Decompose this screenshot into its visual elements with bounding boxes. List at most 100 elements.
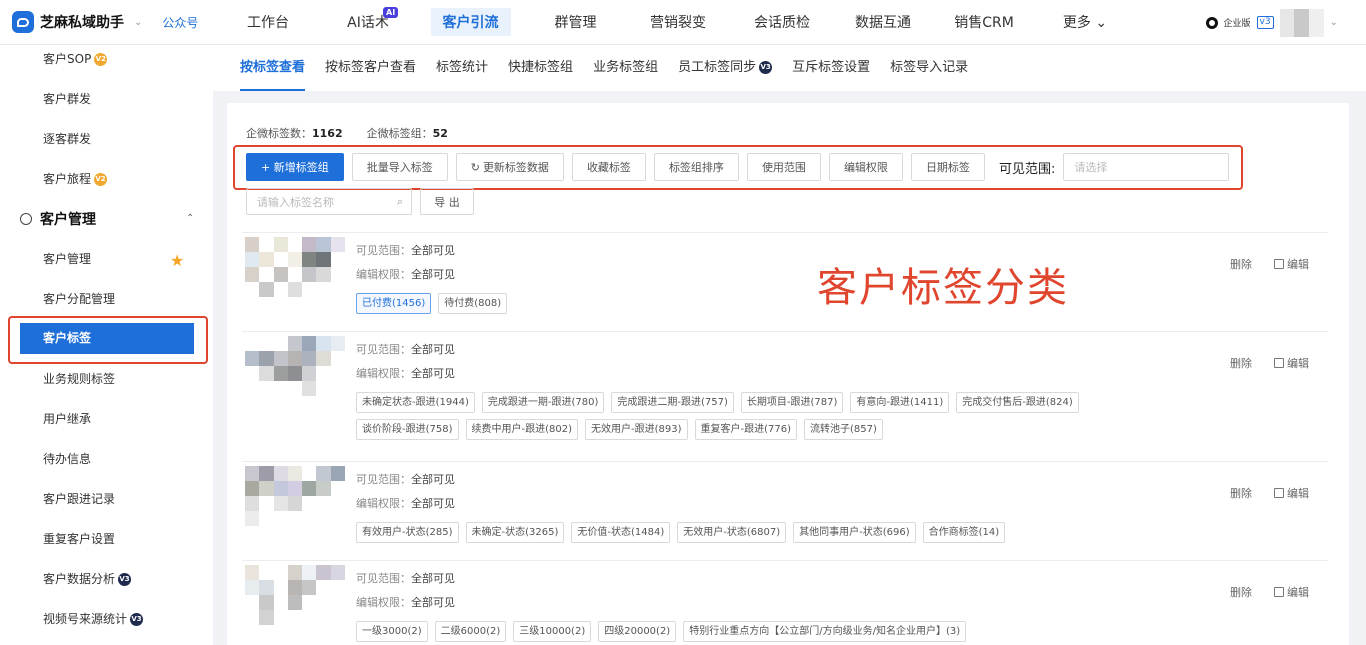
tag-chip[interactable]: 重复客户-跟进(776) [694, 419, 797, 440]
usage-scope-button[interactable]: 使用范围 [746, 153, 821, 181]
nav-item-sales-crm[interactable]: 销售CRM [935, 0, 1033, 45]
sort-groups-button[interactable]: 标签组排序 [653, 153, 739, 181]
tag-chip[interactable]: 未确定-状态(3265) [465, 522, 565, 543]
refresh-tags-button[interactable]: ↻ 更新标签数据 [455, 153, 564, 181]
edition-label: 企业版 [1223, 19, 1251, 29]
sidebar-item-data-analysis[interactable]: 客户数据分析 V3 [43, 569, 132, 589]
nav-item-customer-acquisition[interactable]: 客户引流 [413, 0, 528, 45]
tab-exclusive-tag-settings[interactable]: 互斥标签设置 [792, 45, 870, 91]
tag-chip[interactable]: 一级3000(2) [356, 621, 428, 642]
row-actions: 删除 编辑 [1230, 256, 1309, 272]
sidebar-item-label: 逐客群发 [43, 132, 92, 146]
tab-by-tag-customer[interactable]: 按标签客户查看 [325, 45, 416, 91]
account-area[interactable]: 企业版 v3 ⌄ [1205, 0, 1338, 45]
tab-employee-tag-sync[interactable]: 员工标签同步 V3 [678, 45, 773, 91]
delete-button[interactable]: 删除 [1230, 256, 1252, 272]
nav-item-data-sync[interactable]: 数据互通 [831, 0, 935, 45]
tag-chip[interactable]: 二级6000(2) [434, 621, 507, 642]
add-tag-group-button[interactable]: + 新增标签组 [246, 153, 344, 181]
tag-chip[interactable]: 谈价阶段-跟进(758) [356, 419, 459, 440]
stat-label: 企微标签数： [246, 127, 312, 140]
v2-badge-icon: V2 [94, 53, 108, 66]
sidebar-item-label: 业务规则标签 [43, 372, 116, 386]
tag-chip[interactable]: 完成交付售后-跟进(824) [956, 392, 1079, 413]
brand-sub-link[interactable]: 公众号 [162, 14, 198, 31]
tag-chip[interactable]: 完成跟进一期-跟进(780) [481, 392, 605, 413]
sidebar-item-customer-assignment[interactable]: 客户分配管理 [43, 289, 115, 309]
tag-chip[interactable]: 其他同事用户-状态(696) [793, 522, 916, 543]
favorite-tags-button[interactable]: 收藏标签 [571, 153, 646, 181]
tag-chip[interactable]: 特别行业重点方向【公立部门/方向级业务/知名企业用户】(3) [683, 621, 967, 642]
tag-chip[interactable]: 完成跟进二期-跟进(757) [611, 392, 734, 413]
sidebar-item-label: 重复客户设置 [43, 532, 116, 546]
nav-item-ai-script[interactable]: AI话术 AI [323, 0, 413, 45]
sidebar-item-duplicate-settings[interactable]: 重复客户设置 [43, 529, 115, 549]
tag-chip[interactable]: 流转池子(857) [804, 419, 883, 440]
meta-value: 全部可见 [411, 497, 455, 510]
nav-item-more[interactable]: 更多 ⌄ [1033, 0, 1137, 45]
tag-chip[interactable]: 待付费(808) [438, 293, 508, 314]
avatar[interactable] [1279, 8, 1324, 37]
sidebar-item-one-by-one-broadcast[interactable]: 逐客群发 [43, 129, 91, 149]
sidebar-item-customer-sop[interactable]: 客户SOP V2 [43, 49, 108, 69]
edit-button[interactable]: 编辑 [1274, 256, 1309, 272]
tag-chip[interactable]: 合作商标签(14) [922, 522, 1006, 543]
batch-import-button[interactable]: 批量导入标签 [351, 153, 448, 181]
sidebar-item-customer-journey[interactable]: 客户旅程 V2 [43, 169, 108, 189]
meta-value: 全部可见 [411, 244, 455, 257]
sidebar-item-video-source-stats[interactable]: 视频号来源统计 V3 [43, 609, 144, 629]
chevron-up-icon[interactable]: ⌃ [186, 213, 194, 224]
nav-item-session-qc[interactable]: 会话质检 [733, 0, 831, 45]
delete-button[interactable]: 删除 [1230, 355, 1252, 371]
tab-tag-stats[interactable]: 标签统计 [436, 45, 488, 91]
tag-chip[interactable]: 续费中用户-跟进(802) [465, 419, 578, 440]
star-icon[interactable]: ★ [170, 251, 184, 270]
brand[interactable]: 芝麻私域助手 ⌄ 公众号 [0, 0, 213, 45]
delete-button[interactable]: 删除 [1230, 584, 1252, 600]
tab-business-tag-groups[interactable]: 业务标签组 [593, 45, 658, 91]
sidebar-item-todo[interactable]: 待办信息 [43, 449, 91, 469]
search-icon[interactable]: ⌕ [397, 195, 403, 209]
tag-chip[interactable]: 长期项目-跟进(787) [740, 392, 844, 413]
v3-badge-icon: V3 [759, 61, 773, 74]
sidebar-item-customer-broadcast[interactable]: 客户群发 [43, 89, 91, 109]
sidebar-item-business-rule-tags[interactable]: 业务规则标签 [43, 369, 115, 389]
tag-search-input[interactable]: 请输入标签名称 ⌕ [246, 188, 412, 215]
date-tag-button[interactable]: 日期标签 [910, 153, 985, 181]
tab-by-tag[interactable]: 按标签查看 [240, 45, 306, 91]
sidebar-item-customer-management[interactable]: 客户管理 [43, 249, 91, 269]
chevron-down-icon[interactable]: ⌄ [134, 17, 142, 28]
edit-button[interactable]: 编辑 [1274, 584, 1309, 600]
chevron-down-icon[interactable]: ⌄ [1330, 17, 1338, 28]
tab-label: 员工标签同步 [678, 60, 757, 75]
delete-button[interactable]: 删除 [1230, 485, 1252, 501]
sidebar-group-customer-management[interactable]: 客户管理 [20, 209, 96, 229]
edit-button[interactable]: 编辑 [1274, 485, 1309, 501]
sidebar-item-follow-up-records[interactable]: 客户跟进记录 [43, 489, 115, 509]
edit-permission-button[interactable]: 编辑权限 [828, 153, 903, 181]
tag-chip[interactable]: 无效用户-状态(6807) [677, 522, 787, 543]
export-button[interactable]: 导 出 [420, 188, 474, 215]
visible-scope-select[interactable]: 请选择 [1063, 153, 1230, 181]
refresh-icon: ↻ [470, 160, 480, 174]
nav-item-group-management[interactable]: 群管理 [528, 0, 623, 45]
tab-quick-tag-groups[interactable]: 快捷标签组 [508, 45, 573, 91]
tag-chip[interactable]: 有意向-跟进(1411) [850, 392, 950, 413]
tag-chip[interactable]: 已付费(1456) [356, 293, 432, 314]
main-panel: 企微标签数：1162 企微标签组：52 + 新增标签组 批量导入标签 ↻ 更新标签… [227, 103, 1349, 645]
tag-chip[interactable]: 未确定状态-跟进(1944) [356, 392, 475, 413]
meta-label: 编辑权限： [356, 497, 411, 510]
version-badge: v3 [1256, 16, 1274, 29]
tag-chip[interactable]: 有效用户-状态(285) [356, 522, 459, 543]
edit-button[interactable]: 编辑 [1274, 355, 1309, 371]
tab-tag-import-records[interactable]: 标签导入记录 [890, 45, 968, 91]
nav-item-marketing[interactable]: 营销裂变 [623, 0, 733, 45]
visible-scope-label: 可见范围: [998, 161, 1056, 177]
tag-chip[interactable]: 四级20000(2) [598, 621, 677, 642]
nav-item-workbench[interactable]: 工作台 [213, 0, 323, 45]
sidebar-item-user-inherit[interactable]: 用户继承 [43, 409, 91, 429]
button-label: 更新标签数据 [482, 161, 549, 174]
tag-chip[interactable]: 无效用户-跟进(893) [585, 419, 688, 440]
tag-chip[interactable]: 三级10000(2) [513, 621, 592, 642]
tag-chip[interactable]: 无价值-状态(1484) [571, 522, 671, 543]
